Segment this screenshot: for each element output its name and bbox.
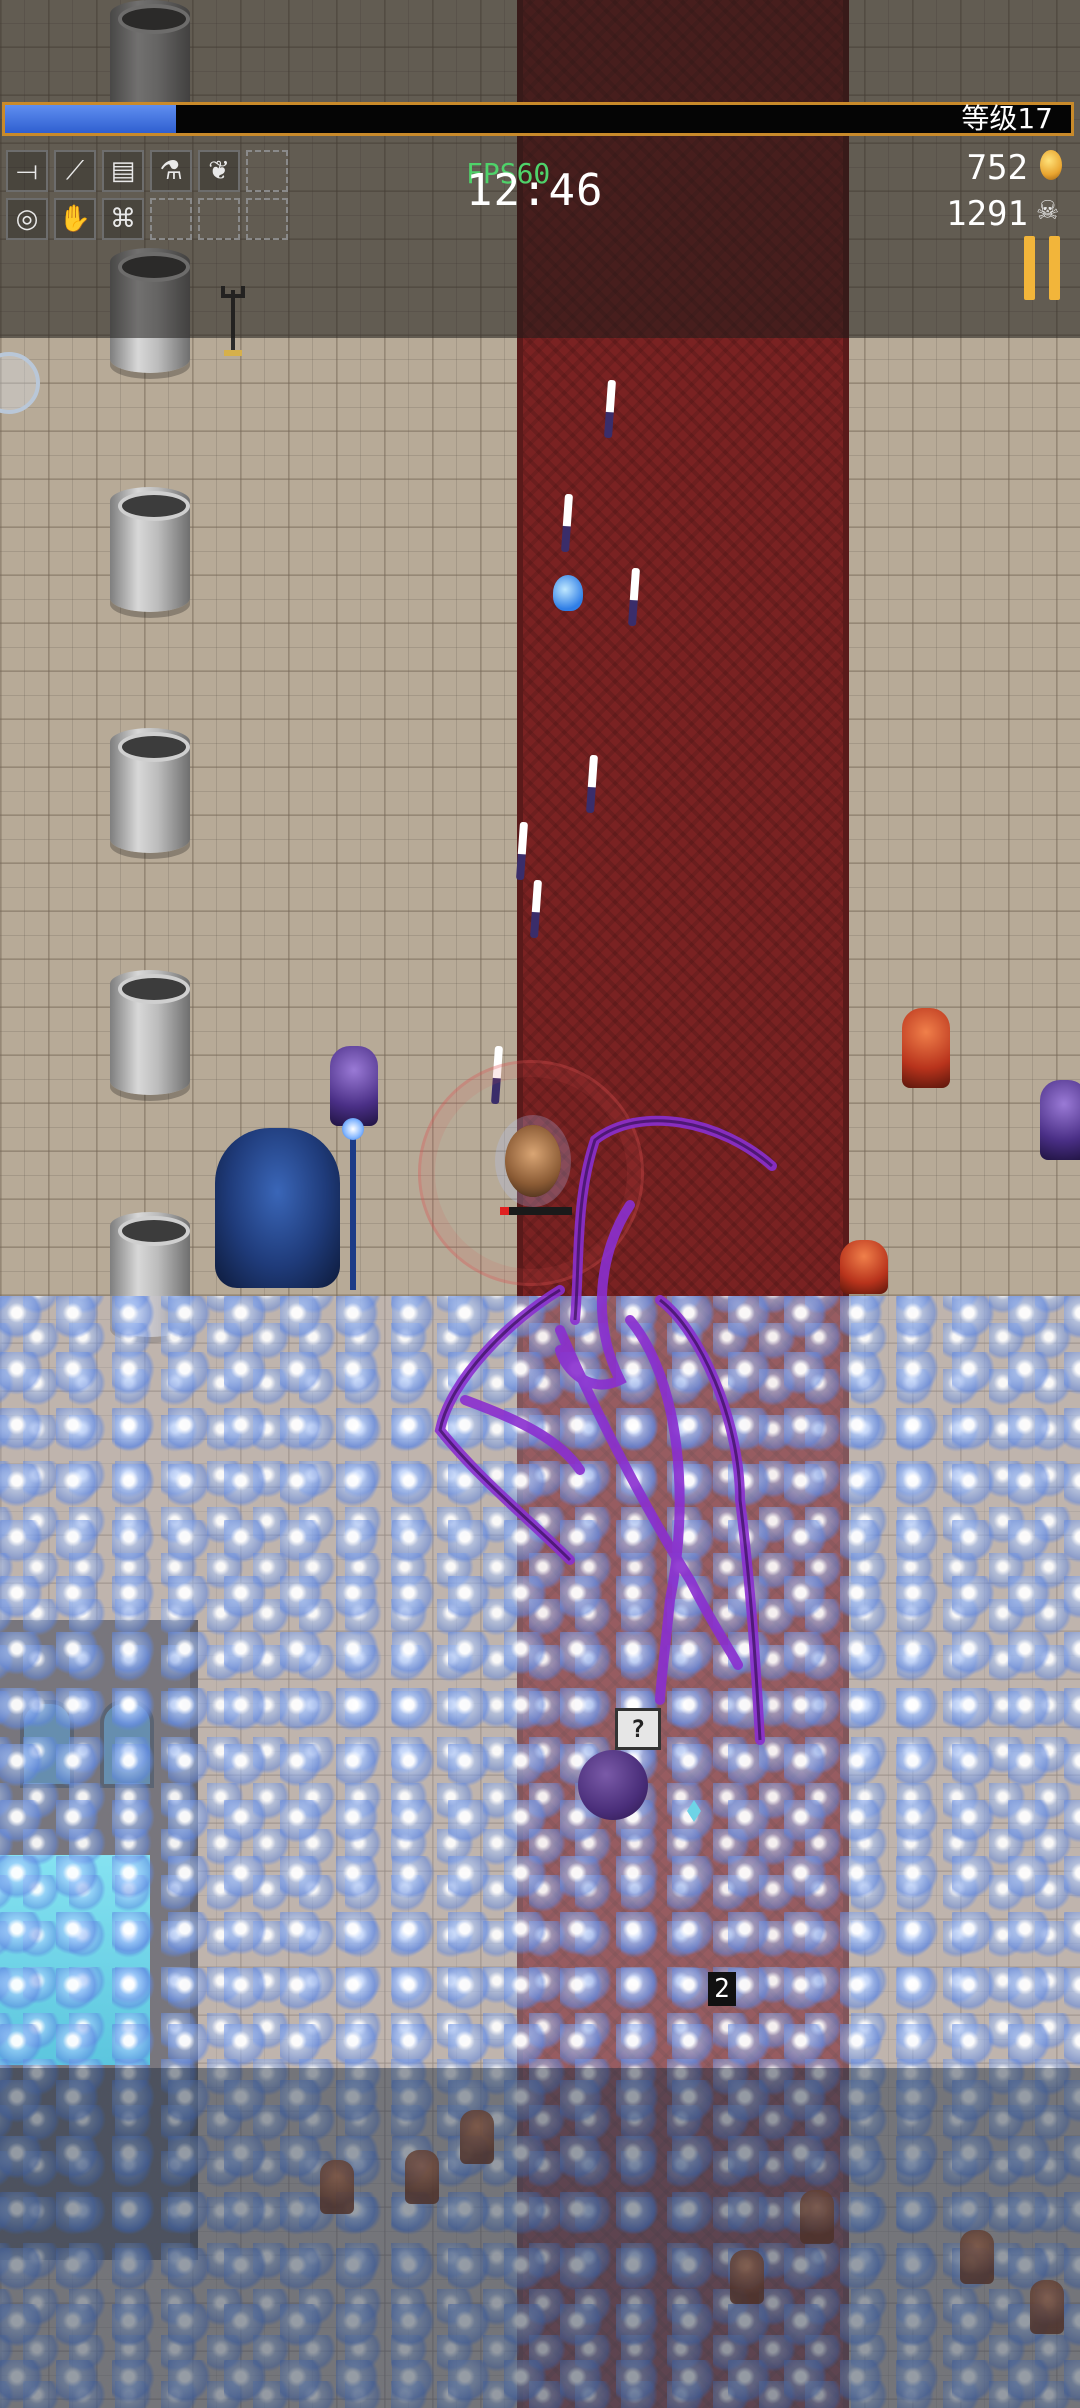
candelabra-icon: ⌘ xyxy=(102,198,144,240)
stone-pillar xyxy=(110,728,190,853)
kill-count: 1291 xyxy=(946,194,1028,234)
experience-bar: 等级17 xyxy=(2,102,1074,136)
reaper-orb xyxy=(342,1118,364,1140)
bottom-vignette xyxy=(0,2068,1080,2408)
red-armor-enemy xyxy=(840,1240,888,1294)
skull-icon: ☠ xyxy=(1036,196,1060,226)
purple-armor-enemy xyxy=(330,1046,378,1126)
pause-bar xyxy=(1049,236,1060,300)
mystery-chest-pickup[interactable]: ? xyxy=(615,1708,661,1750)
offscreen-indicator[interactable] xyxy=(0,352,40,414)
game-stage[interactable]: ? 2 等级17 ⟞ ⟋ ▤ ⚗ ❦ ◎ ✋ ⌘ FPS60 12:46 752… xyxy=(0,0,1080,2408)
hud-panel: 等级17 ⟞ ⟋ ▤ ⚗ ❦ ◎ ✋ ⌘ FPS60 12:46 752 129… xyxy=(0,0,1080,338)
empty-slot xyxy=(246,150,288,192)
reaper-staff xyxy=(350,1130,356,1290)
stone-pillar xyxy=(110,970,190,1095)
level-label: 等级17 xyxy=(961,102,1053,135)
player-character xyxy=(505,1125,561,1197)
pause-button[interactable] xyxy=(1022,236,1062,300)
empty-slot xyxy=(150,198,192,240)
knife-icon: ⟞ xyxy=(6,150,48,192)
ring-icon: ◎ xyxy=(6,198,48,240)
counter-tag: 2 xyxy=(708,1972,736,2006)
stone-pillar xyxy=(110,487,190,612)
purple-armor-enemy xyxy=(1040,1080,1080,1160)
bible-icon: ▤ xyxy=(102,150,144,192)
gauntlet-icon: ✋ xyxy=(54,198,96,240)
dark-orb-projectile xyxy=(578,1750,648,1820)
coin-count: 752 xyxy=(966,148,1028,188)
laurel-icon: ❦ xyxy=(198,150,240,192)
red-armor-enemy xyxy=(902,1008,950,1088)
pause-bar xyxy=(1024,236,1035,300)
player-health-bar xyxy=(500,1207,572,1215)
floor-potion-pickup[interactable] xyxy=(553,575,583,611)
empty-slot xyxy=(198,198,240,240)
coin-icon xyxy=(1040,150,1062,180)
empty-slot xyxy=(246,198,288,240)
survival-timer: 12:46 xyxy=(466,165,604,216)
potion-icon: ⚗ xyxy=(150,150,192,192)
blue-reaper-enemy xyxy=(215,1128,340,1288)
experience-fill xyxy=(5,105,176,133)
whip-icon: ⟋ xyxy=(54,150,96,192)
